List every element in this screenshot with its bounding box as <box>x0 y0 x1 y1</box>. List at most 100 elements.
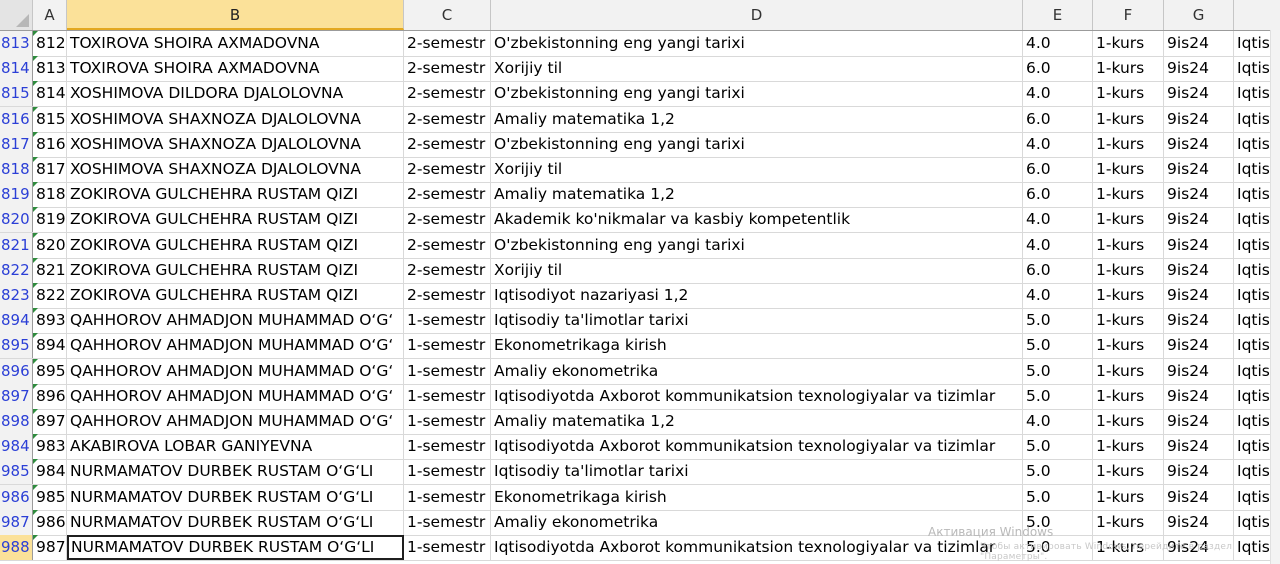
cell-a[interactable]: 984 <box>33 459 67 485</box>
cell-g[interactable]: 9is24 <box>1164 81 1234 107</box>
column-header-f[interactable]: F <box>1093 0 1164 30</box>
cell-b[interactable]: ZOKIROVA GULCHEHRA RUSTAM QIZI <box>67 232 404 258</box>
cell-b[interactable]: NURMAMATOV DURBEK RUSTAM O‘G‘LI <box>67 509 404 535</box>
cell-e[interactable]: 6.0 <box>1023 257 1093 283</box>
cell-f[interactable]: 1-kurs <box>1093 434 1164 460</box>
cell-c[interactable]: 2-semestr <box>404 157 491 182</box>
cell-a[interactable]: 895 <box>33 358 67 384</box>
cell-e[interactable]: 6.0 <box>1023 157 1093 182</box>
cell-f[interactable]: 1-kurs <box>1093 81 1164 107</box>
cell-b[interactable]: QAHHOROV AHMADJON MUHAMMAD O‘G‘ <box>67 358 404 384</box>
column-header-c[interactable]: C <box>404 0 491 30</box>
cell-c[interactable]: 2-semestr <box>404 182 491 208</box>
row-header[interactable]: 817 <box>0 131 33 157</box>
cell-f[interactable]: 1-kurs <box>1093 207 1164 233</box>
cell-d[interactable]: Iqtisodiyotda Axborot kommunikatsion tex… <box>491 434 1023 460</box>
cell-a[interactable]: 897 <box>33 409 67 434</box>
row-header[interactable]: 896 <box>0 358 33 384</box>
cell-f[interactable]: 1-kurs <box>1093 358 1164 384</box>
cell-b[interactable]: TOXIROVA SHOIRA AXMADOVNA <box>67 56 404 82</box>
row-header[interactable]: 822 <box>0 257 33 283</box>
cell-g[interactable]: 9is24 <box>1164 459 1234 485</box>
cell-g[interactable]: 9is24 <box>1164 257 1234 283</box>
cell-d[interactable]: O'zbekistonning eng yangi tarixi <box>491 232 1023 258</box>
cell-a[interactable]: 822 <box>33 283 67 308</box>
cell-d[interactable]: Amaliy matematika 1,2 <box>491 106 1023 132</box>
cell-f[interactable]: 1-kurs <box>1093 182 1164 208</box>
cell-b[interactable]: NURMAMATOV DURBEK RUSTAM O‘G‘LI <box>67 535 404 560</box>
row-header[interactable]: 814 <box>0 56 33 82</box>
row-header[interactable]: 818 <box>0 157 33 182</box>
cell-e[interactable]: 6.0 <box>1023 182 1093 208</box>
cell-c[interactable]: 2-semestr <box>404 207 491 233</box>
row-header[interactable]: 816 <box>0 106 33 132</box>
cell-d[interactable]: Amaliy ekonometrika <box>491 358 1023 384</box>
cell-f[interactable]: 1-kurs <box>1093 56 1164 82</box>
cell-c[interactable]: 1-semestr <box>404 509 491 535</box>
cell-f[interactable]: 1-kurs <box>1093 157 1164 182</box>
cell-c[interactable]: 2-semestr <box>404 81 491 107</box>
cell-g[interactable]: 9is24 <box>1164 131 1234 157</box>
cell-g[interactable]: 9is24 <box>1164 308 1234 334</box>
cell-c[interactable]: 1-semestr <box>404 383 491 409</box>
cell-b[interactable]: XOSHIMOVA SHAXNOZA DJALOLOVNA <box>67 131 404 157</box>
cell-f[interactable]: 1-kurs <box>1093 31 1164 56</box>
cell-g[interactable]: 9is24 <box>1164 358 1234 384</box>
row-header[interactable]: 988 <box>0 535 33 560</box>
cell-f[interactable]: 1-kurs <box>1093 257 1164 283</box>
cell-a[interactable]: 896 <box>33 383 67 409</box>
row-header[interactable]: 823 <box>0 283 33 308</box>
cell-e[interactable]: 5.0 <box>1023 308 1093 334</box>
cell-g[interactable]: 9is24 <box>1164 56 1234 82</box>
cell-d[interactable]: O'zbekistonning eng yangi tarixi <box>491 81 1023 107</box>
cell-c[interactable]: 1-semestr <box>404 358 491 384</box>
cell-a[interactable]: 815 <box>33 106 67 132</box>
cell-g[interactable]: 9is24 <box>1164 182 1234 208</box>
cell-e[interactable]: 5.0 <box>1023 383 1093 409</box>
cell-c[interactable]: 1-semestr <box>404 308 491 334</box>
cell-b[interactable]: NURMAMATOV DURBEK RUSTAM O‘G‘LI <box>67 484 404 510</box>
column-header-a[interactable]: A <box>33 0 67 30</box>
row-header[interactable]: 819 <box>0 182 33 208</box>
cell-g[interactable]: 9is24 <box>1164 509 1234 535</box>
cell-d[interactable]: Akademik ko'nikmalar va kasbiy kompetent… <box>491 207 1023 233</box>
cell-b[interactable]: ZOKIROVA GULCHEHRA RUSTAM QIZI <box>67 283 404 308</box>
column-header-d[interactable]: D <box>491 0 1023 30</box>
cell-e[interactable]: 4.0 <box>1023 232 1093 258</box>
cell-g[interactable]: 9is24 <box>1164 434 1234 460</box>
cell-c[interactable]: 1-semestr <box>404 409 491 434</box>
cell-a[interactable]: 820 <box>33 232 67 258</box>
cell-e[interactable]: 5.0 <box>1023 459 1093 485</box>
column-header-h[interactable] <box>1234 0 1280 30</box>
row-header[interactable]: 815 <box>0 81 33 107</box>
cell-f[interactable]: 1-kurs <box>1093 106 1164 132</box>
cell-b[interactable]: XOSHIMOVA DILDORA DJALOLOVNA <box>67 81 404 107</box>
cell-d[interactable]: O'zbekistonning eng yangi tarixi <box>491 31 1023 56</box>
cell-a[interactable]: 986 <box>33 509 67 535</box>
cell-f[interactable]: 1-kurs <box>1093 232 1164 258</box>
cell-b[interactable]: AKABIROVA LOBAR GANIYEVNA <box>67 434 404 460</box>
cell-f[interactable]: 1-kurs <box>1093 131 1164 157</box>
cell-f[interactable]: 1-kurs <box>1093 509 1164 535</box>
row-header[interactable]: 894 <box>0 308 33 334</box>
cell-e[interactable]: 4.0 <box>1023 207 1093 233</box>
row-header[interactable]: 985 <box>0 459 33 485</box>
cell-f[interactable]: 1-kurs <box>1093 459 1164 485</box>
cell-e[interactable]: 4.0 <box>1023 81 1093 107</box>
cell-a[interactable]: 814 <box>33 81 67 107</box>
cell-f[interactable]: 1-kurs <box>1093 383 1164 409</box>
row-header[interactable]: 821 <box>0 232 33 258</box>
cell-b[interactable]: QAHHOROV AHMADJON MUHAMMAD O‘G‘ <box>67 409 404 434</box>
cell-d[interactable]: Ekonometrikaga kirish <box>491 484 1023 510</box>
column-header-e[interactable]: E <box>1023 0 1093 30</box>
cell-c[interactable]: 2-semestr <box>404 31 491 56</box>
cell-e[interactable]: 5.0 <box>1023 484 1093 510</box>
column-header-g[interactable]: G <box>1164 0 1234 30</box>
cell-a[interactable]: 985 <box>33 484 67 510</box>
cell-g[interactable]: 9is24 <box>1164 232 1234 258</box>
cell-f[interactable]: 1-kurs <box>1093 308 1164 334</box>
cell-e[interactable]: 5.0 <box>1023 358 1093 384</box>
cell-d[interactable]: Xorijiy til <box>491 157 1023 182</box>
cell-e[interactable]: 6.0 <box>1023 56 1093 82</box>
cell-g[interactable]: 9is24 <box>1164 207 1234 233</box>
